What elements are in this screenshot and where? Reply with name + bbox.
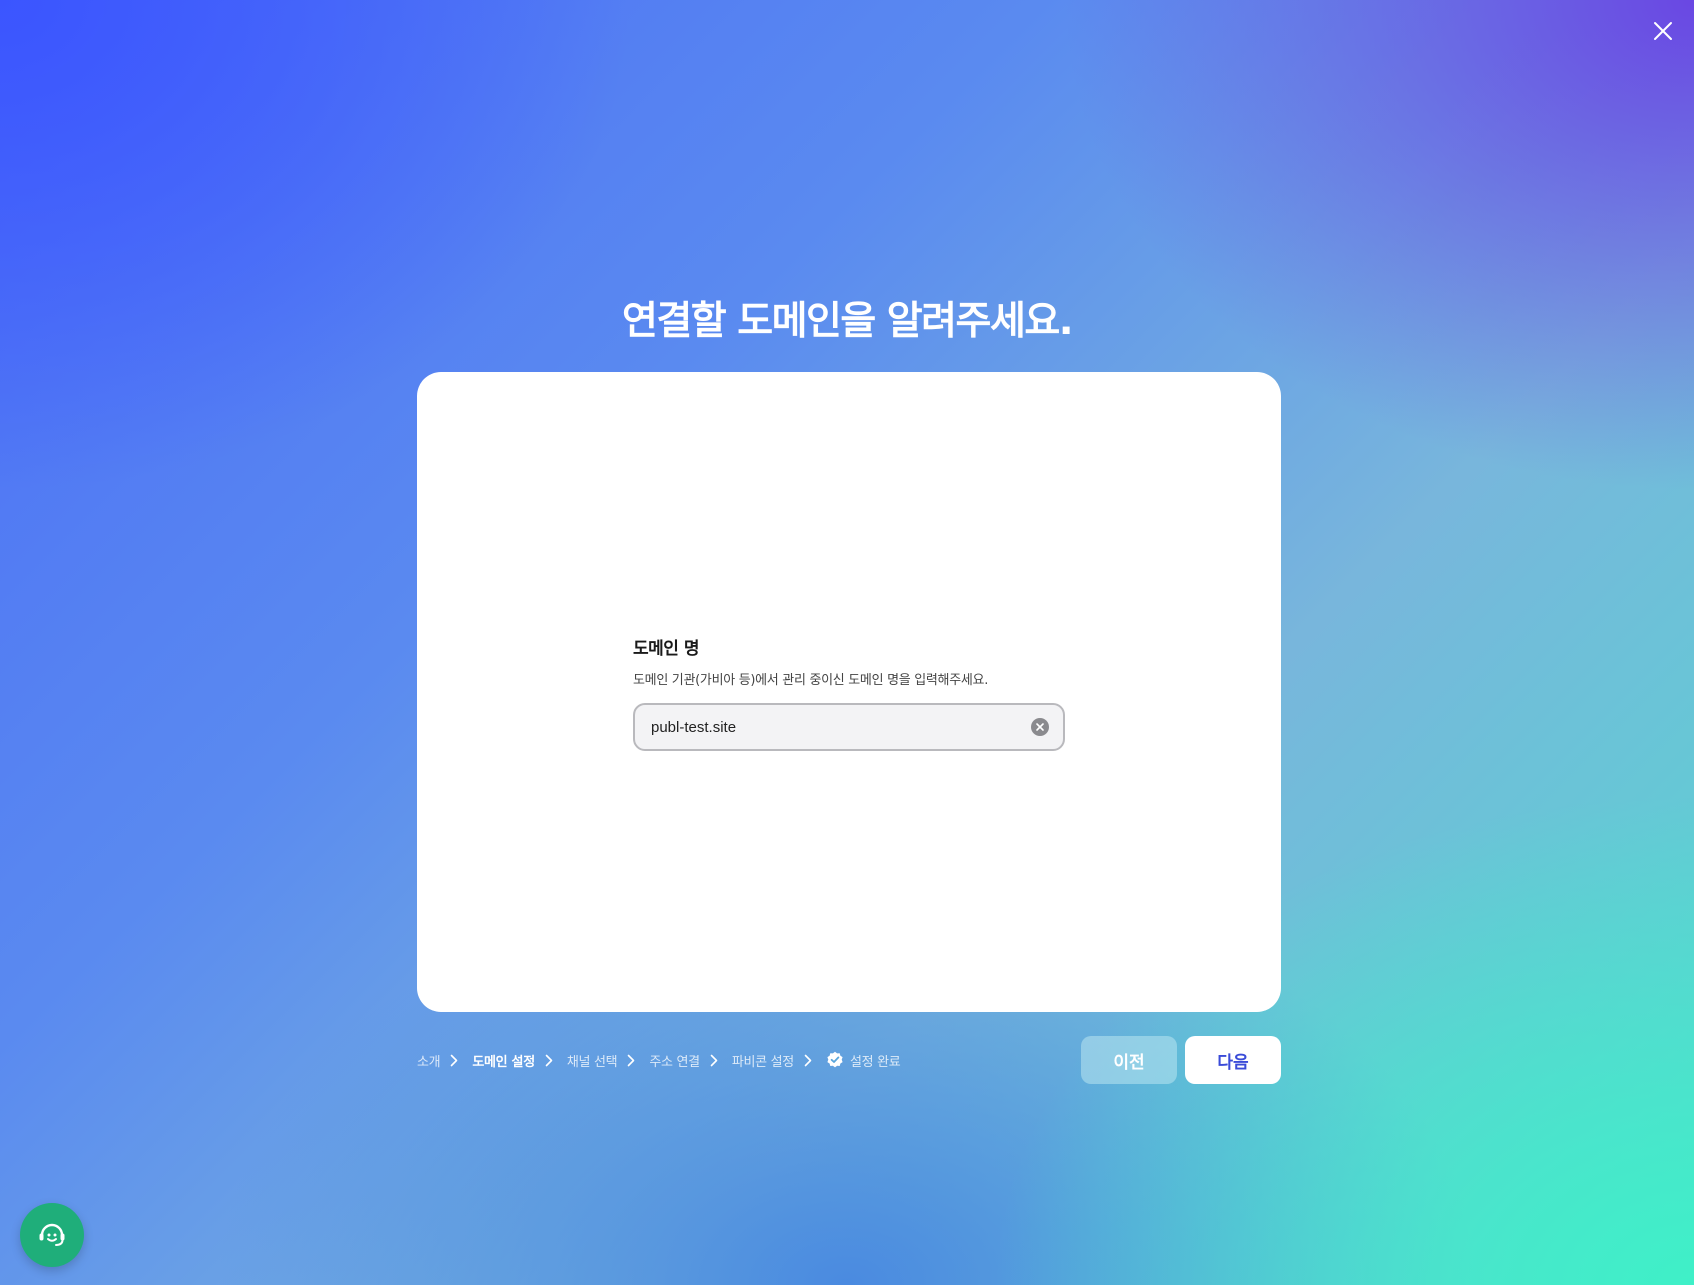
chevron-right-icon — [710, 1054, 718, 1067]
chevron-right-icon — [627, 1054, 635, 1067]
next-button[interactable]: 다음 — [1185, 1036, 1281, 1084]
domain-input[interactable] — [651, 718, 1031, 736]
step-address-connect: 주소 연결 — [649, 1051, 731, 1070]
domain-name-label: 도메인 명 — [633, 639, 699, 659]
prev-button[interactable]: 이전 — [1081, 1036, 1177, 1084]
support-chat-button[interactable] — [20, 1203, 84, 1267]
step-label: 주소 연결 — [649, 1054, 700, 1070]
close-button[interactable] — [1646, 14, 1680, 48]
step-favicon-setup: 파비콘 설정 — [732, 1051, 826, 1070]
step-channel-select: 채널 선택 — [567, 1051, 649, 1070]
step-label: 채널 선택 — [566, 1054, 618, 1070]
step-progress: 소개 도메인 설정 채널 선택 주소 연결 파비콘 설정 설정 완료 — [417, 1049, 901, 1071]
domain-card: 도메인 명 도메인 기관(가비아 등)에서 관리 중이신 도메인 명을 입력해주… — [417, 372, 1281, 1012]
step-label: 파비콘 설정 — [731, 1054, 794, 1070]
chevron-right-icon — [804, 1054, 812, 1067]
chevron-right-icon — [450, 1054, 458, 1067]
check-badge-icon — [826, 1051, 844, 1069]
step-label: 도메인 설정 — [472, 1054, 535, 1070]
page-title: 연결할 도메인을 알려주세요. — [621, 299, 1074, 344]
domain-name-description: 도메인 기관(가비아 등)에서 관리 중이신 도메인 명을 입력해주세요. — [633, 673, 989, 688]
clear-circle-icon — [1036, 723, 1044, 731]
close-icon — [1654, 22, 1672, 40]
headset-smile-icon — [39, 1223, 65, 1246]
domain-input-wrapper — [633, 703, 1065, 751]
step-label: 소개 — [417, 1054, 441, 1070]
step-setup-complete: 설정 완료 — [826, 1051, 901, 1070]
clear-input-button[interactable] — [1031, 718, 1049, 736]
step-domain-setup: 도메인 설정 — [472, 1051, 567, 1070]
step-label: 설정 완료 — [849, 1054, 901, 1070]
step-intro: 소개 — [417, 1051, 472, 1070]
chevron-right-icon — [545, 1054, 553, 1067]
